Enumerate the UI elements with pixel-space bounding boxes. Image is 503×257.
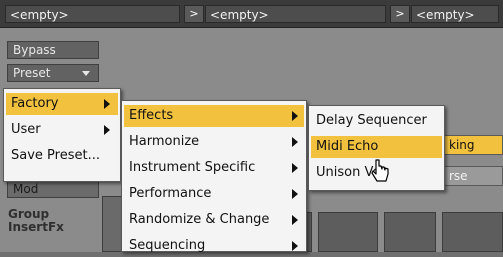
menu-item-harmonize[interactable]: Harmonize bbox=[124, 131, 304, 153]
submenu-arrow-icon bbox=[292, 137, 298, 147]
preset-button[interactable]: Preset bbox=[7, 64, 99, 82]
dropdown-arrow-icon bbox=[82, 71, 90, 76]
menu-item-label: Performance bbox=[129, 186, 212, 201]
menu-item-label: Sequencing bbox=[129, 238, 206, 253]
menu-item-label: Randomize & Change bbox=[129, 212, 270, 227]
menu-item-user[interactable]: User bbox=[6, 119, 118, 141]
menu-item-instrument-specific[interactable]: Instrument Specific bbox=[124, 157, 304, 179]
group-insertfx-label: Group InsertFx bbox=[8, 207, 64, 234]
preset-label: Preset bbox=[13, 66, 51, 80]
factory-submenu: Effects Harmonize Instrument Specific Pe… bbox=[121, 100, 307, 253]
menu-item-sequencing[interactable]: Sequencing bbox=[124, 235, 304, 257]
right-tab-rse[interactable]: rse bbox=[444, 166, 503, 186]
bypass-button[interactable]: Bypass bbox=[7, 41, 99, 59]
menu-item-label: Harmonize bbox=[129, 134, 200, 149]
submenu-arrow-icon bbox=[104, 99, 110, 109]
menu-item-midi-echo[interactable]: Midi Echo bbox=[311, 136, 442, 158]
mod-button[interactable]: Mod bbox=[7, 180, 99, 198]
menu-item-label: Factory bbox=[11, 96, 59, 111]
preset-menu: Factory User Save Preset... bbox=[3, 88, 121, 182]
slot-2-arrow-icon[interactable]: > bbox=[184, 5, 204, 23]
submenu-arrow-icon bbox=[104, 125, 110, 135]
menu-item-performance[interactable]: Performance bbox=[124, 183, 304, 205]
fx-slot-box[interactable] bbox=[384, 212, 436, 252]
submenu-arrow-icon bbox=[292, 241, 298, 251]
submenu-arrow-icon bbox=[292, 215, 298, 225]
menu-item-delay-sequencer[interactable]: Delay Sequencer bbox=[311, 110, 442, 132]
slot-2[interactable]: <empty> bbox=[205, 5, 386, 23]
slot-3-arrow-icon[interactable]: > bbox=[390, 5, 410, 23]
fx-slot-box[interactable] bbox=[318, 212, 378, 252]
right-tab-king[interactable]: king bbox=[444, 135, 503, 155]
menu-item-effects[interactable]: Effects bbox=[124, 105, 304, 127]
slot-3[interactable]: <empty> bbox=[411, 5, 499, 23]
submenu-arrow-icon bbox=[292, 111, 298, 121]
menu-item-label: Effects bbox=[129, 108, 174, 123]
menu-item-factory[interactable]: Factory bbox=[6, 93, 118, 115]
fx-slot-box[interactable] bbox=[442, 212, 503, 252]
submenu-arrow-icon bbox=[292, 189, 298, 199]
menu-item-label: Save Preset... bbox=[11, 148, 100, 163]
hand-cursor-icon bbox=[371, 159, 389, 182]
menu-item-save-preset[interactable]: Save Preset... bbox=[6, 145, 118, 167]
submenu-arrow-icon bbox=[292, 163, 298, 173]
menu-item-label: Instrument Specific bbox=[129, 160, 256, 175]
menu-item-randomize-change[interactable]: Randomize & Change bbox=[124, 209, 304, 231]
insert-slot-bar: <empty> > <empty> > <empty> bbox=[0, 0, 503, 28]
menu-item-label: User bbox=[11, 122, 41, 137]
slot-1[interactable]: <empty> bbox=[5, 5, 180, 23]
